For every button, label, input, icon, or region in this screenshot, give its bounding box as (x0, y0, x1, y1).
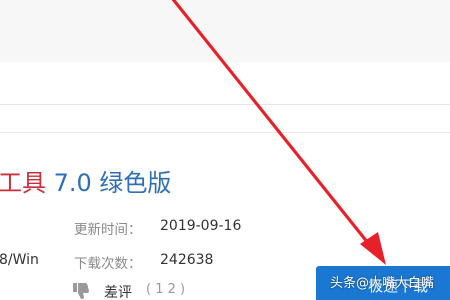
divider-strip (0, 105, 450, 133)
watermark-text: 头条@大嘴大白嘴 (330, 276, 435, 291)
title-version-part: 7.0 绿色版 (46, 169, 172, 197)
software-title: 工具 7.0 绿色版 (0, 168, 171, 198)
search-strip (0, 62, 450, 105)
title-name-part: 工具 (0, 169, 46, 197)
top-bar (0, 0, 450, 63)
bad-review-count: ( 1 2 ) (146, 282, 186, 297)
update-time-label: 更新时间： (74, 222, 142, 238)
thumbs-down-icon[interactable] (72, 282, 90, 300)
download-count-value: 242638 (160, 252, 214, 268)
download-count-label: 下载次数： (74, 256, 142, 272)
bad-review-label[interactable]: 差评 (104, 282, 132, 300)
update-time-value: 2019-09-16 (160, 218, 242, 234)
platform-text: 8/Win (0, 252, 39, 268)
